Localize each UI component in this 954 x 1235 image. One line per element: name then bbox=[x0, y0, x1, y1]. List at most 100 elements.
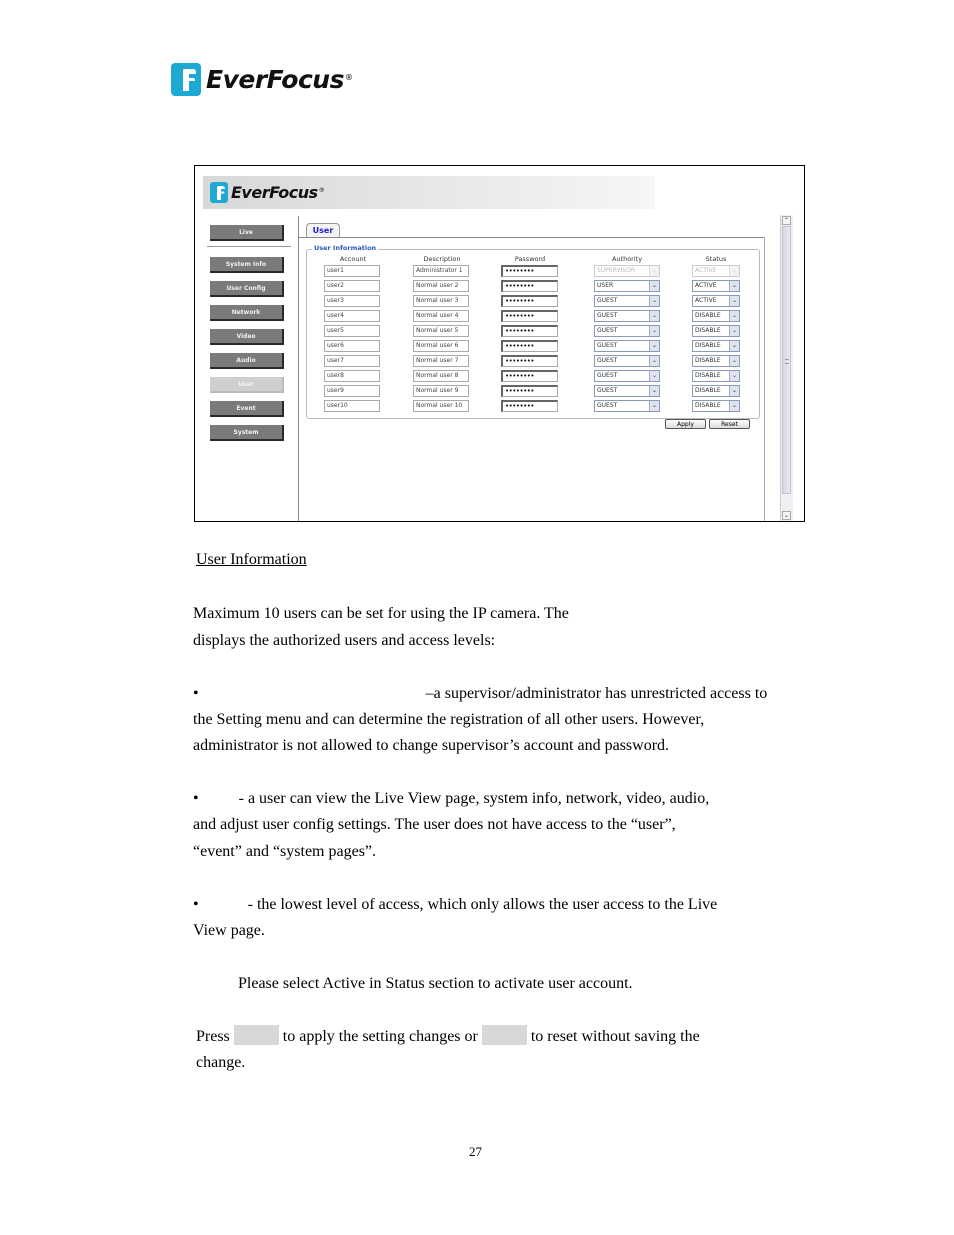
press-line-2: change. bbox=[196, 1054, 246, 1071]
account-input[interactable]: user7 bbox=[324, 355, 380, 367]
authority-select[interactable]: GUEST ⌄ bbox=[594, 355, 660, 367]
sidebar-item-audio[interactable]: Audio bbox=[210, 353, 284, 369]
chevron-down-icon: ⌄ bbox=[649, 401, 659, 411]
page-number: 27 bbox=[469, 1144, 482, 1159]
password-input[interactable]: •••••••• bbox=[501, 265, 558, 277]
everfocus-logo: EverFocus ® bbox=[171, 62, 353, 96]
description-input[interactable]: Normal user 5 bbox=[413, 325, 469, 337]
chevron-down-icon: ⌄ bbox=[729, 356, 739, 366]
status-select[interactable]: DISABLE ⌄ bbox=[692, 385, 740, 397]
sidebar-item-user-config[interactable]: User Config bbox=[210, 281, 284, 297]
authority-value: GUEST bbox=[597, 372, 618, 379]
description-input[interactable]: Normal user 6 bbox=[413, 340, 469, 352]
status-value: DISABLE bbox=[695, 387, 721, 394]
press-text-c: to reset without saving the bbox=[530, 1028, 700, 1045]
authority-select[interactable]: GUEST ⌄ bbox=[594, 310, 660, 322]
app-logo-text: EverFocus bbox=[231, 183, 318, 202]
account-input[interactable]: user3 bbox=[324, 295, 380, 307]
screenshot-frame: EverFocus ® Live System Info User Config Net… bbox=[194, 165, 805, 522]
description-input[interactable]: Normal user 3 bbox=[413, 295, 469, 307]
authority-select[interactable]: GUEST ⌄ bbox=[594, 385, 660, 397]
description-input[interactable]: Normal user 8 bbox=[413, 370, 469, 382]
authority-select[interactable]: GUEST ⌄ bbox=[594, 370, 660, 382]
account-input[interactable]: user6 bbox=[324, 340, 380, 352]
account-input[interactable]: user9 bbox=[324, 385, 380, 397]
column-header-password: Password bbox=[514, 255, 546, 263]
authority-select[interactable]: GUEST ⌄ bbox=[594, 325, 660, 337]
chevron-down-icon: ⌄ bbox=[729, 386, 739, 396]
status-select[interactable]: DISABLE ⌄ bbox=[692, 310, 740, 322]
password-input[interactable]: •••••••• bbox=[501, 400, 558, 412]
password-input[interactable]: •••••••• bbox=[501, 310, 558, 322]
scrollbar-thumb[interactable] bbox=[782, 226, 791, 494]
description-input[interactable]: Normal user 7 bbox=[413, 355, 469, 367]
sidebar-item-system-info[interactable]: System Info bbox=[210, 257, 284, 273]
status-select[interactable]: ACTIVE ⌄ bbox=[692, 295, 740, 307]
status-value: ACTIVE bbox=[695, 267, 717, 274]
chevron-down-icon: ⌄ bbox=[649, 371, 659, 381]
description-input[interactable]: Normal user 9 bbox=[413, 385, 469, 397]
reset-button[interactable]: Reset bbox=[709, 419, 750, 429]
password-input[interactable]: •••••••• bbox=[501, 295, 558, 307]
status-select[interactable]: DISABLE ⌄ bbox=[692, 340, 740, 352]
bullet: • bbox=[193, 896, 199, 913]
column-header-authority: Authority bbox=[611, 255, 643, 263]
sidebar-item-video[interactable]: Video bbox=[210, 329, 284, 345]
sidebar-item-live[interactable]: Live bbox=[210, 225, 284, 241]
press-line-1: Press to apply the setting changes or to r… bbox=[196, 1024, 700, 1050]
scroll-up-icon[interactable]: ⌃ bbox=[782, 216, 791, 225]
password-input[interactable]: •••••••• bbox=[501, 370, 558, 382]
authority-select[interactable]: GUEST ⌄ bbox=[594, 295, 660, 307]
status-select[interactable]: DISABLE ⌄ bbox=[692, 355, 740, 367]
chevron-down-icon: ⌄ bbox=[729, 296, 739, 306]
chevron-down-icon: ⌄ bbox=[729, 371, 739, 381]
password-input[interactable]: •••••••• bbox=[501, 325, 558, 337]
account-input[interactable]: user1 bbox=[324, 265, 380, 277]
password-input[interactable]: •••••••• bbox=[501, 280, 558, 292]
authority-select[interactable]: USER ⌄ bbox=[594, 280, 660, 292]
authority-value: USER bbox=[597, 282, 614, 289]
authority-select[interactable]: GUEST ⌄ bbox=[594, 400, 660, 412]
logo-text: EverFocus bbox=[206, 64, 344, 94]
description-input[interactable]: Normal user 10 bbox=[413, 400, 469, 412]
sidebar-item-event[interactable]: Event bbox=[210, 401, 284, 417]
status-select[interactable]: DISABLE ⌄ bbox=[692, 325, 740, 337]
bullet: • bbox=[193, 790, 199, 807]
vertical-scrollbar[interactable]: ⌃ ⌄ bbox=[780, 215, 793, 521]
authority-value: GUEST bbox=[597, 327, 618, 334]
password-input[interactable]: •••••••• bbox=[501, 385, 558, 397]
sidebar-item-system[interactable]: System bbox=[210, 425, 284, 441]
account-input[interactable]: user4 bbox=[324, 310, 380, 322]
account-input[interactable]: user10 bbox=[324, 400, 380, 412]
account-input[interactable]: user5 bbox=[324, 325, 380, 337]
status-select[interactable]: ACTIVE ⌄ bbox=[692, 280, 740, 292]
description-input[interactable]: Normal user 2 bbox=[413, 280, 469, 292]
password-input[interactable]: •••••••• bbox=[501, 355, 558, 367]
chevron-down-icon: ⌄ bbox=[649, 281, 659, 291]
bullet: • bbox=[193, 685, 199, 702]
account-input[interactable]: user8 bbox=[324, 370, 380, 382]
authority-value: GUEST bbox=[597, 387, 618, 394]
chevron-down-icon: ⌄ bbox=[729, 311, 739, 321]
status-select[interactable]: DISABLE ⌄ bbox=[692, 370, 740, 382]
sidebar-divider bbox=[207, 246, 291, 247]
status-value: ACTIVE bbox=[695, 297, 717, 304]
sidebar-item-user[interactable]: User bbox=[210, 377, 284, 393]
scroll-down-icon[interactable]: ⌄ bbox=[782, 511, 791, 520]
app-logo-icon bbox=[210, 182, 228, 203]
tab-user[interactable]: User bbox=[306, 223, 340, 237]
sidebar-item-network[interactable]: Network bbox=[210, 305, 284, 321]
apply-button[interactable]: Apply bbox=[665, 419, 706, 429]
account-input[interactable]: user2 bbox=[324, 280, 380, 292]
status-select[interactable]: DISABLE ⌄ bbox=[692, 400, 740, 412]
password-input[interactable]: •••••••• bbox=[501, 340, 558, 352]
chevron-down-icon: ⌄ bbox=[649, 341, 659, 351]
authority-select: SUPERVISOR ⌄ bbox=[594, 265, 660, 277]
column-header-description: Description bbox=[423, 255, 461, 263]
description-input[interactable]: Administrator 1 bbox=[413, 265, 469, 277]
description-input[interactable]: Normal user 4 bbox=[413, 310, 469, 322]
authority-select[interactable]: GUEST ⌄ bbox=[594, 340, 660, 352]
scrollbar-grip-icon bbox=[785, 359, 789, 364]
status-value: DISABLE bbox=[695, 342, 721, 349]
supervisor-line-3: administrator is not allowed to change s… bbox=[193, 737, 670, 754]
